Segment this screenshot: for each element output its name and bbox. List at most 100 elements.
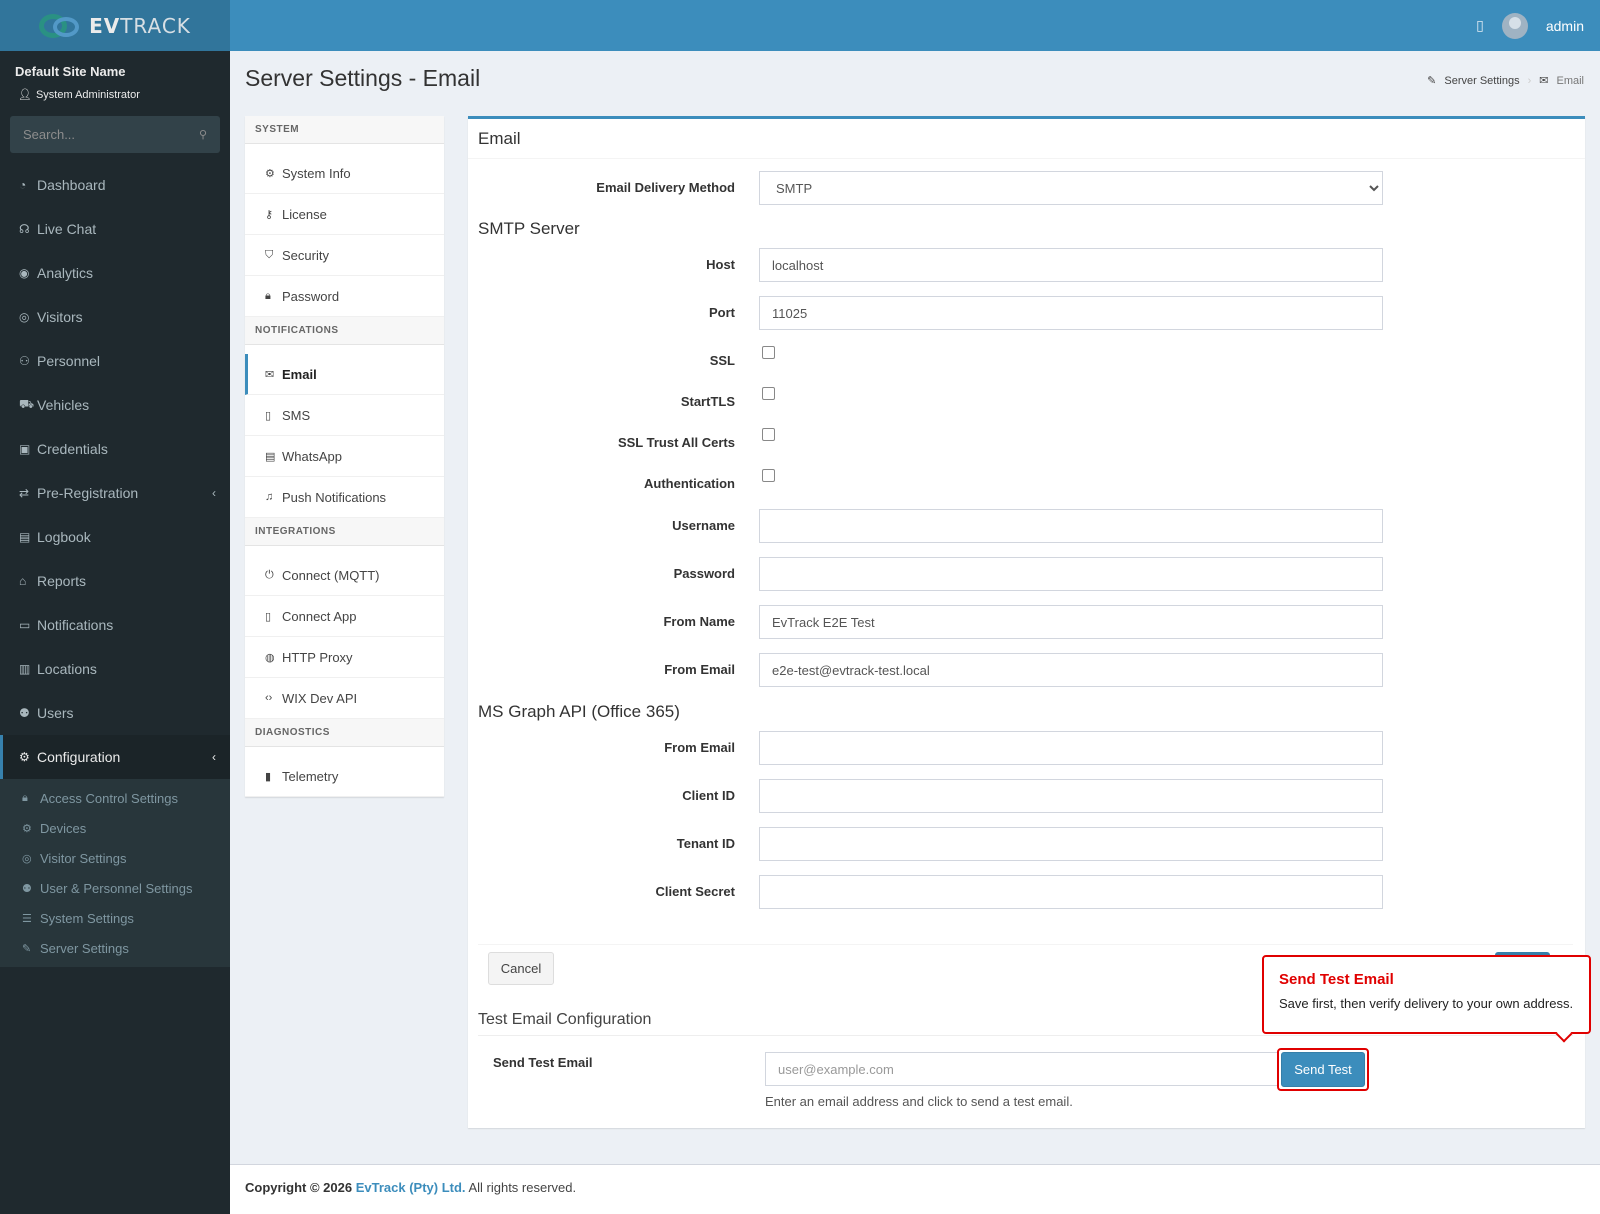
eye-icon: ◎ [19,310,30,324]
sidebar-subitem-devices[interactable]: ⚙ Devices [0,813,230,843]
sidebar-item-locations[interactable]: ▥ Locations [0,647,230,691]
sidebar: Default Site Name 👤︎ System Administrator… [0,51,230,1214]
sidebar-subitem-visitor-settings[interactable]: ◎ Visitor Settings [0,843,230,873]
starttls-row: StartTLS [468,385,1585,419]
sidebar-item-configuration[interactable]: ⚙ Configuration ‹ [0,735,230,779]
test-email-input[interactable] [765,1052,1285,1086]
username-input[interactable] [759,509,1383,543]
company-link[interactable]: EvTrack (Pty) Ltd. [356,1180,466,1195]
send-test-button[interactable]: Send Test [1281,1052,1365,1087]
sidebar-subitem-server-settings[interactable]: ✎ Server Settings [0,933,230,963]
authentication-row: Authentication [468,467,1585,501]
chart-icon: ⌂ [19,574,27,588]
nav-item-sms[interactable]: ▯ SMS [245,395,444,436]
headset-icon: ☊ [19,222,30,236]
sidebar-item-live-chat[interactable]: ☊ Live Chat [0,207,230,251]
sidebar-subitem-system-settings[interactable]: ☰ System Settings [0,903,230,933]
nav-item-system-info[interactable]: ⚙ System Info [245,153,444,194]
settings-nav: SYSTEM ⚙ System Info ⚷ License ⛉ Security 🔒… [245,116,444,797]
sliders-icon: ☰ [22,912,32,925]
sidebar-item-pre-registration[interactable]: ⇄ Pre-Registration ‹ [0,471,230,515]
avatar[interactable] [1501,12,1528,39]
send-test-highlight: Send Test [1277,1048,1369,1091]
from-name-input[interactable] [759,605,1383,639]
wrench-icon: ✎ [1427,75,1437,87]
password-input[interactable] [759,557,1383,591]
sidebar-item-dashboard[interactable]: ◔ Dashboard [0,163,230,207]
form-footer-divider [478,944,1573,945]
host-label: Host [706,257,735,272]
nav-item-wix-dev-api[interactable]: ‹› WIX Dev API [245,678,444,719]
door-icon[interactable]: ▯ [1476,17,1484,34]
client-secret-row: Client Secret [468,875,1585,909]
sidebar-item-analytics[interactable]: ◉ Analytics [0,251,230,295]
sidebar-item-reports[interactable]: ⌂ Reports [0,559,230,603]
bar-chart-icon: ▮ [265,770,272,783]
car-icon: ⛟ [19,397,35,411]
sidebar-subitem-user-personnel[interactable]: ⚉ User & Personnel Settings [0,873,230,903]
cancel-button[interactable]: Cancel [488,952,554,985]
test-divider [478,1035,1573,1036]
sidebar-menu: ◔ Dashboard ☊ Live Chat ◉ Analytics ◎ Visito… [0,163,230,967]
ssl-trust-checkbox[interactable] [762,428,775,441]
globe-icon: ◍ [265,651,275,664]
sidebar-item-users[interactable]: ⚉ Users [0,691,230,735]
nav-item-security[interactable]: ⛉ Security [245,235,444,276]
tooltip-title: Send Test Email [1279,971,1394,988]
sidebar-item-notifications[interactable]: ▭ Notifications [0,603,230,647]
graph-from-email-input[interactable] [759,731,1383,765]
lock-icon: 🔒︎ [265,289,271,302]
key-icon: ⚷ [265,208,274,221]
sidebar-item-vehicles[interactable]: ⛟ Vehicles [0,383,230,427]
envelope-icon: ✉ [1539,75,1549,87]
tenant-id-input[interactable] [759,827,1383,861]
sidebar-item-personnel[interactable]: ⚇ Personnel [0,339,230,383]
client-id-input[interactable] [759,779,1383,813]
lock-icon: 🔒︎ [22,791,28,804]
top-header: EVTRACK ▯ admin [0,0,1600,51]
sidebar-item-visitors[interactable]: ◎ Visitors [0,295,230,339]
client-secret-input[interactable] [759,875,1383,909]
nav-section-diagnostics: DIAGNOSTICS [245,719,444,747]
phone-icon: ▯ [265,610,272,623]
configuration-submenu: 🔒︎ Access Control Settings ⚙ Devices ◎ Visi… [0,779,230,967]
nav-item-connect-mqtt[interactable]: ⏻ Connect (MQTT) [245,555,444,596]
search-input[interactable] [23,127,183,142]
delivery-method-select[interactable]: SMTP [759,171,1383,205]
send-test-label: Send Test Email [493,1055,593,1070]
brand-logo[interactable]: EVTRACK [0,0,230,51]
sidebar-item-logbook[interactable]: ▤ Logbook [0,515,230,559]
user-menu[interactable]: admin [1546,18,1584,34]
nav-item-email[interactable]: ✉ Email [245,354,444,395]
map-icon: ▥ [19,662,31,676]
nav-item-license[interactable]: ⚷ License [245,194,444,235]
wrench-icon: ✎ [22,942,32,955]
host-row: Host [468,248,1585,282]
breadcrumb: ✎ Server Settings › ✉ Email [1427,74,1584,88]
bell-icon: ♫ [265,491,274,503]
from-email-row: From Email [468,653,1585,687]
breadcrumb-server-settings[interactable]: Server Settings [1444,75,1519,87]
nav-item-push-notifications[interactable]: ♫ Push Notifications [245,477,444,518]
host-input[interactable] [759,248,1383,282]
ssl-checkbox[interactable] [762,346,775,359]
nav-item-telemetry[interactable]: ▮ Telemetry [245,756,444,797]
starttls-checkbox[interactable] [762,387,775,400]
delivery-method-label: Email Delivery Method [596,180,735,195]
sidebar-subitem-access-control[interactable]: 🔒︎ Access Control Settings [0,783,230,813]
user-icon: 👤︎ [18,89,32,101]
search-icon[interactable]: ⚲ [199,128,207,141]
sidebar-item-credentials[interactable]: ▣ Credentials [0,427,230,471]
gear-icon: ⚙ [265,167,275,180]
smtp-section-title: SMTP Server [478,219,580,238]
graph-from-email-label: From Email [664,740,735,755]
port-input[interactable] [759,296,1383,330]
nav-item-connect-app[interactable]: ▯ Connect App [245,596,444,637]
nav-section-notifications: NOTIFICATIONS [245,317,444,345]
nav-item-password[interactable]: 🔒︎ Password [245,276,444,317]
nav-section-integrations: INTEGRATIONS [245,518,444,546]
authentication-checkbox[interactable] [762,469,775,482]
nav-item-http-proxy[interactable]: ◍ HTTP Proxy [245,637,444,678]
nav-item-whatsapp[interactable]: ▤ WhatsApp [245,436,444,477]
from-email-input[interactable] [759,653,1383,687]
